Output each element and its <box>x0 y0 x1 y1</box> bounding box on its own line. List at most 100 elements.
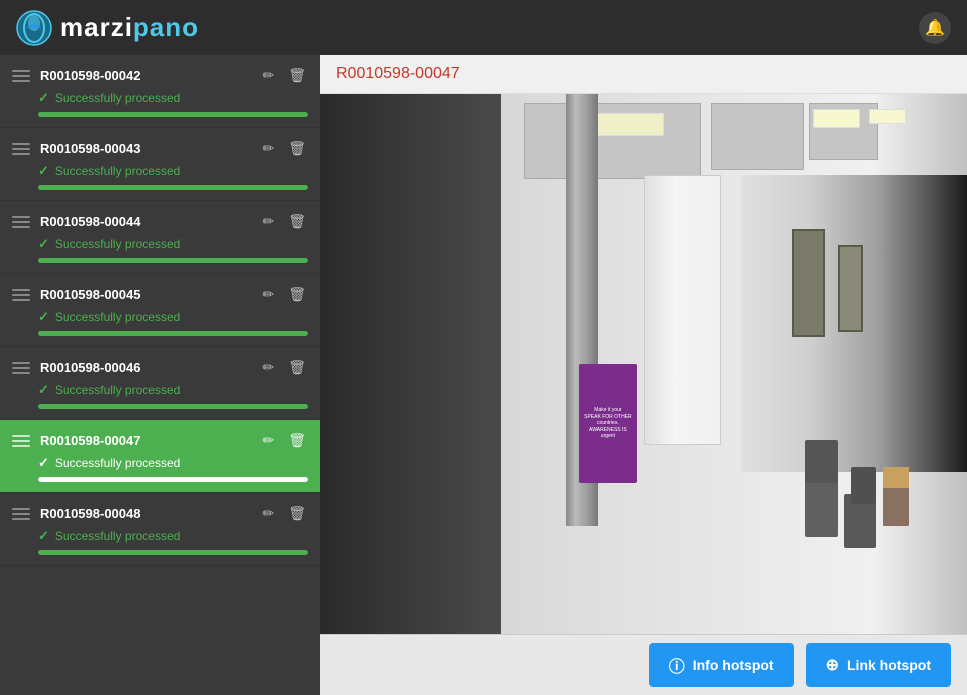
room-title: R0010598-00047 <box>336 65 460 82</box>
logo-marzi: marzi <box>60 12 133 42</box>
drag-handle[interactable] <box>12 435 30 447</box>
status-row: ✓ Successfully processed <box>38 163 308 179</box>
ceiling-tile <box>711 103 804 169</box>
check-icon: ✓ <box>38 90 49 106</box>
pano-left-wall <box>320 94 501 634</box>
status-row: ✓ Successfully processed <box>38 455 308 471</box>
sidebar-item-header: R0010598-00044 ✏ 🗑 <box>12 211 308 232</box>
item-name: R0010598-00044 <box>40 214 140 229</box>
progress-bar-container <box>38 185 308 190</box>
sidebar-item-R0010598-00044[interactable]: R0010598-00044 ✏ 🗑 ✓ Successfully proces… <box>0 201 320 274</box>
progress-bar <box>38 258 308 263</box>
status-row: ✓ Successfully processed <box>38 309 308 325</box>
logo-text: marzipano <box>60 12 199 43</box>
info-icon: ⓘ <box>669 653 685 677</box>
app-header: marzipano 🔔 <box>0 0 967 55</box>
check-icon: ✓ <box>38 528 49 544</box>
main-layout: R0010598-00042 ✏ 🗑 ✓ Successfully proces… <box>0 55 967 695</box>
status-row: ✓ Successfully processed <box>38 382 308 398</box>
status-row: ✓ Successfully processed <box>38 90 308 106</box>
info-hotspot-button[interactable]: ⓘ Info hotspot <box>649 643 794 687</box>
item-actions: ✏ 🗑 <box>260 430 308 451</box>
sidebar-item-left: R0010598-00047 <box>12 433 140 448</box>
drag-handle[interactable] <box>12 289 30 301</box>
status-text: Successfully processed <box>55 91 180 105</box>
status-text: Successfully processed <box>55 164 180 178</box>
pano-frame-2 <box>838 245 864 331</box>
light-fixture <box>869 109 906 124</box>
status-text: Successfully processed <box>55 529 180 543</box>
sidebar-item-R0010598-00047[interactable]: R0010598-00047 ✏ 🗑 ✓ Successfully proces… <box>0 420 320 493</box>
item-actions: ✏ 🗑 <box>260 503 308 524</box>
sidebar-item-R0010598-00048[interactable]: R0010598-00048 ✏ 🗑 ✓ Successfully proces… <box>0 493 320 566</box>
edit-button[interactable]: ✏ <box>260 357 276 378</box>
sidebar-item-header: R0010598-00042 ✏ 🗑 <box>12 65 308 86</box>
panorama-scene: Make it yourSPEAK FOR OTHERcountries.AWA… <box>320 94 967 634</box>
status-text: Successfully processed <box>55 237 180 251</box>
delete-button[interactable]: 🗑 <box>286 503 308 524</box>
logo-pano: pano <box>133 12 199 42</box>
sidebar-item-left: R0010598-00043 <box>12 141 140 156</box>
edit-button[interactable]: ✏ <box>260 138 276 159</box>
sidebar-item-left: R0010598-00042 <box>12 68 140 83</box>
edit-button[interactable]: ✏ <box>260 65 276 86</box>
progress-bar-container <box>38 404 308 409</box>
sidebar-item-R0010598-00043[interactable]: R0010598-00043 ✏ 🗑 ✓ Successfully proces… <box>0 128 320 201</box>
sidebar: R0010598-00042 ✏ 🗑 ✓ Successfully proces… <box>0 55 320 695</box>
delete-button[interactable]: 🗑 <box>286 357 308 378</box>
delete-button[interactable]: 🗑 <box>286 138 308 159</box>
sidebar-item-R0010598-00045[interactable]: R0010598-00045 ✏ 🗑 ✓ Successfully proces… <box>0 274 320 347</box>
pano-board <box>644 175 722 445</box>
sidebar-item-R0010598-00046[interactable]: R0010598-00046 ✏ 🗑 ✓ Successfully proces… <box>0 347 320 420</box>
item-name: R0010598-00046 <box>40 360 140 375</box>
table-item <box>883 467 909 489</box>
progress-bar-container <box>38 477 308 482</box>
drag-handle[interactable] <box>12 70 30 82</box>
pano-poster: Make it yourSPEAK FOR OTHERcountries.AWA… <box>579 364 637 483</box>
sidebar-item-header: R0010598-00043 ✏ 🗑 <box>12 138 308 159</box>
check-icon: ✓ <box>38 163 49 179</box>
logo-icon <box>16 10 52 46</box>
item-actions: ✏ 🗑 <box>260 211 308 232</box>
drag-handle[interactable] <box>12 362 30 374</box>
link-hotspot-label: Link hotspot <box>847 657 931 673</box>
progress-bar <box>38 185 308 190</box>
status-text: Successfully processed <box>55 310 180 324</box>
drag-handle[interactable] <box>12 216 30 228</box>
sidebar-item-header: R0010598-00048 ✏ 🗑 <box>12 503 308 524</box>
delete-button[interactable]: 🗑 <box>286 430 308 451</box>
check-icon: ✓ <box>38 236 49 252</box>
link-hotspot-button[interactable]: ⊕ Link hotspot <box>806 643 951 687</box>
progress-bar <box>38 404 308 409</box>
item-name: R0010598-00043 <box>40 141 140 156</box>
panorama-container[interactable]: Make it yourSPEAK FOR OTHERcountries.AWA… <box>320 94 967 634</box>
pano-frame-1 <box>792 229 824 337</box>
check-icon: ✓ <box>38 309 49 325</box>
status-row: ✓ Successfully processed <box>38 528 308 544</box>
content-header: R0010598-00047 <box>320 55 967 94</box>
sidebar-item-left: R0010598-00046 <box>12 360 140 375</box>
delete-button[interactable]: 🗑 <box>286 284 308 305</box>
drag-handle[interactable] <box>12 508 30 520</box>
sidebar-item-header: R0010598-00046 ✏ 🗑 <box>12 357 308 378</box>
edit-button[interactable]: ✏ <box>260 211 276 232</box>
item-name: R0010598-00047 <box>40 433 140 448</box>
chair-back-1 <box>805 440 837 483</box>
progress-bar-container <box>38 112 308 117</box>
status-text: Successfully processed <box>55 456 180 470</box>
content-footer: ⓘ Info hotspot ⊕ Link hotspot <box>320 634 967 695</box>
drag-handle[interactable] <box>12 143 30 155</box>
item-name: R0010598-00042 <box>40 68 140 83</box>
edit-button[interactable]: ✏ <box>260 503 276 524</box>
sidebar-item-R0010598-00042[interactable]: R0010598-00042 ✏ 🗑 ✓ Successfully proces… <box>0 55 320 128</box>
edit-button[interactable]: ✏ <box>260 284 276 305</box>
progress-bar <box>38 331 308 336</box>
delete-button[interactable]: 🗑 <box>286 65 308 86</box>
content-area: R0010598-00047 <box>320 55 967 695</box>
edit-button[interactable]: ✏ <box>260 430 276 451</box>
notification-icon[interactable]: 🔔 <box>919 12 951 44</box>
check-icon: ✓ <box>38 455 49 471</box>
delete-button[interactable]: 🗑 <box>286 211 308 232</box>
poster-text: Make it yourSPEAK FOR OTHERcountries.AWA… <box>581 404 635 443</box>
status-row: ✓ Successfully processed <box>38 236 308 252</box>
